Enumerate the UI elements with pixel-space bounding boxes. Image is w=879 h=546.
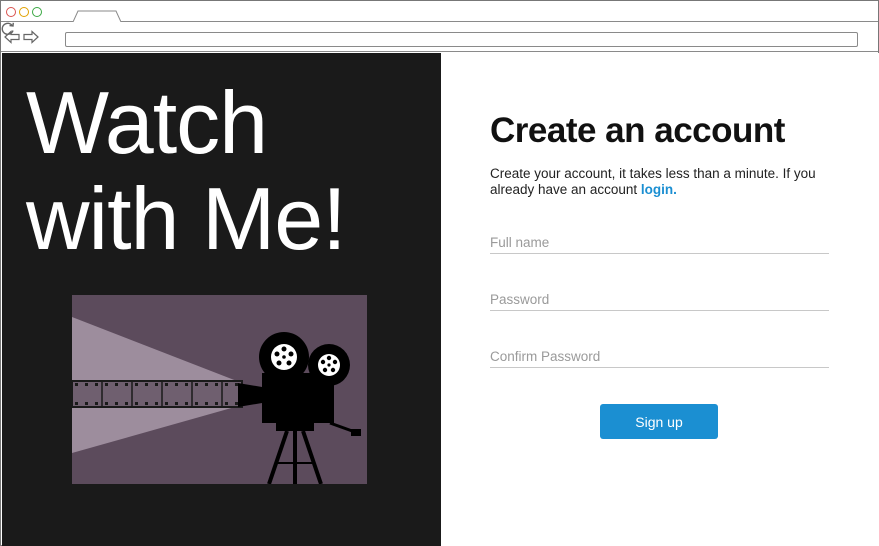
login-link[interactable]: login. [641, 182, 677, 197]
address-bar[interactable] [65, 32, 858, 47]
browser-window: Watch with Me! Create an account Create … [0, 0, 879, 546]
forward-arrow-icon[interactable] [23, 30, 39, 44]
password-input[interactable] [490, 289, 829, 311]
headline-line-1: Watch [26, 73, 268, 172]
minimize-window-icon[interactable] [19, 7, 29, 17]
headline-line-2: with Me! [26, 169, 347, 268]
projector-icon [71, 317, 361, 485]
title-bar [1, 1, 878, 22]
maximize-window-icon[interactable] [32, 7, 42, 17]
form-description: Create your account, it takes less than … [490, 166, 835, 198]
full-name-input[interactable] [490, 232, 829, 254]
back-arrow-icon[interactable] [4, 30, 20, 44]
film-camera-illustration [71, 295, 367, 485]
close-window-icon[interactable] [6, 7, 16, 17]
form-title: Create an account [490, 111, 785, 150]
hero-headline: Watch with Me! [26, 75, 436, 267]
signup-button[interactable]: Sign up [600, 404, 718, 439]
confirm-password-input[interactable] [490, 346, 829, 368]
browser-toolbar [1, 22, 878, 52]
browser-tab[interactable] [73, 10, 121, 22]
